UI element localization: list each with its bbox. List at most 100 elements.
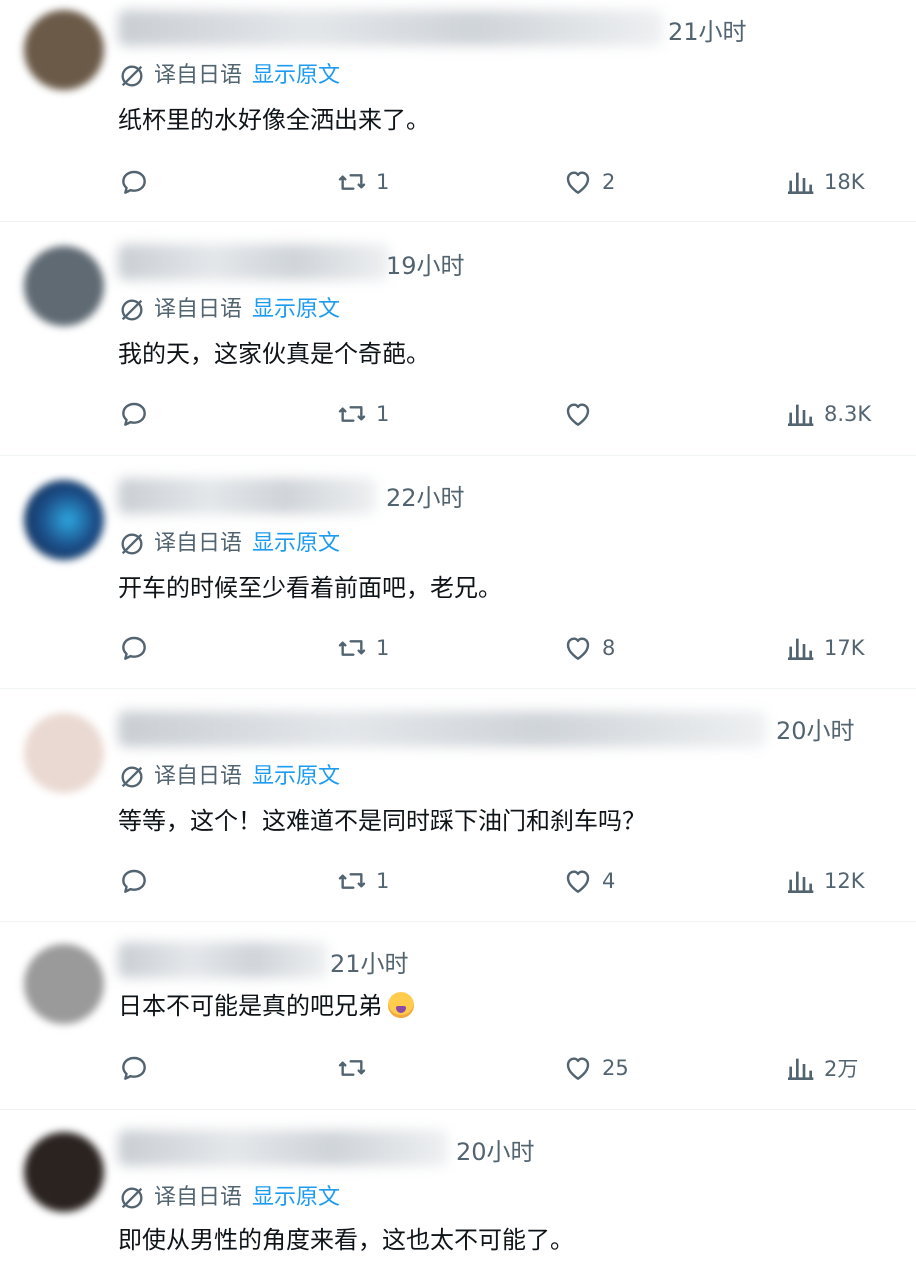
reply-text-content: 日本不可能是真的吧兄弟	[118, 992, 382, 1020]
repost-icon	[338, 406, 366, 422]
translate-label: 译自日语	[154, 1185, 243, 1210]
translate-label: 译自日语	[154, 297, 243, 322]
avatar[interactable]	[24, 246, 104, 326]
views-icon	[788, 1058, 814, 1080]
reply-text: 等等，这个！这难道不是同时踩下油门和刹车吗？	[118, 807, 646, 835]
repost-count: 1	[376, 402, 390, 426]
show-original-link[interactable]: 显示原文	[252, 761, 340, 793]
translate-icon	[121, 533, 143, 555]
show-original-link[interactable]: 显示原文	[252, 528, 340, 560]
timestamp[interactable]: 20小时	[776, 713, 855, 749]
reply-text: 开车的时候至少看着前面吧，老兄。	[118, 574, 502, 602]
timestamp[interactable]: 20小时	[456, 1134, 535, 1170]
translate-label: 译自日语	[154, 63, 243, 88]
heart-icon	[566, 171, 590, 194]
timestamp[interactable]: 21小时	[668, 14, 747, 50]
reply-button[interactable]	[118, 628, 150, 668]
reply-button[interactable]	[118, 162, 150, 202]
action-bar: 1 8.3K	[0, 394, 916, 434]
translation-notice: 译自日语 显示原文	[118, 1182, 340, 1214]
repost-button[interactable]: 1	[336, 628, 389, 668]
action-bar: 25 2万	[0, 1048, 916, 1088]
like-button[interactable]: 25	[562, 1048, 629, 1088]
translation-notice: 译自日语 显示原文	[118, 294, 340, 326]
translate-label: 译自日语	[154, 531, 243, 556]
like-button[interactable]	[562, 394, 602, 434]
timestamp[interactable]: 22小时	[386, 480, 465, 516]
translation-notice: 译自日语 显示原文	[118, 761, 340, 793]
action-bar: 1 8 17K	[0, 628, 916, 668]
show-original-link[interactable]: 显示原文	[252, 294, 340, 326]
repost-icon	[338, 873, 366, 889]
reply-icon	[122, 170, 146, 194]
blurred-username[interactable]	[118, 10, 663, 46]
repost-count: 1	[376, 170, 390, 194]
views-count: 18K	[824, 170, 865, 194]
translation-notice: 译自日语 显示原文	[118, 60, 340, 92]
show-original-link[interactable]: 显示原文	[252, 60, 340, 92]
like-count: 8	[602, 636, 616, 660]
translate-icon	[121, 65, 143, 87]
repost-button[interactable]: 1	[336, 861, 389, 901]
views-count: 12K	[824, 869, 865, 893]
heart-icon	[566, 637, 590, 660]
translate-icon	[121, 1187, 143, 1209]
replies-feed: 21小时 译自日语 显示原文 纸杯里的水好像全洒出来了。 1 2 18K 19小…	[0, 0, 916, 1280]
blurred-username[interactable]	[118, 942, 328, 978]
views-count: 2万	[824, 1057, 859, 1081]
avatar[interactable]	[24, 480, 104, 560]
repost-icon	[338, 1060, 366, 1076]
views-button[interactable]: 2万	[784, 1048, 858, 1088]
like-button[interactable]: 2	[562, 162, 615, 202]
reply-item[interactable]: 20小时 译自日语 显示原文 即使从男性的角度来看，这也太不可能了。	[0, 1110, 916, 1280]
avatar[interactable]	[24, 713, 104, 793]
reply-icon	[122, 1056, 146, 1080]
blurred-username[interactable]	[118, 1130, 448, 1166]
repost-button[interactable]: 1	[336, 162, 389, 202]
reply-text: 即使从男性的角度来看，这也太不可能了。	[118, 1226, 574, 1254]
like-button[interactable]: 4	[562, 861, 615, 901]
reply-text: 我的天，这家伙真是个奇葩。	[118, 340, 430, 368]
crying-face-emoji	[388, 992, 414, 1018]
blurred-username[interactable]	[118, 478, 376, 514]
reply-item[interactable]: 21小时 日本不可能是真的吧兄弟 25 2万	[0, 922, 916, 1110]
views-icon	[788, 871, 814, 893]
blurred-username[interactable]	[118, 244, 390, 280]
views-count: 8.3K	[824, 402, 872, 426]
reply-icon	[122, 869, 146, 893]
repost-icon	[338, 174, 366, 190]
timestamp[interactable]: 19小时	[386, 248, 465, 284]
action-bar: 1 2 18K	[0, 162, 916, 202]
like-count: 25	[602, 1056, 629, 1080]
views-button[interactable]: 18K	[784, 162, 865, 202]
reply-item[interactable]: 20小时 译自日语 显示原文 等等，这个！这难道不是同时踩下油门和刹车吗？ 1 …	[0, 689, 916, 922]
translation-notice: 译自日语 显示原文	[118, 528, 340, 560]
timestamp[interactable]: 21小时	[330, 946, 409, 982]
views-icon	[788, 172, 814, 194]
views-button[interactable]: 8.3K	[784, 394, 871, 434]
reply-icon	[122, 402, 146, 426]
views-button[interactable]: 17K	[784, 628, 865, 668]
repost-button[interactable]: 1	[336, 394, 389, 434]
reply-button[interactable]	[118, 1048, 150, 1088]
reply-button[interactable]	[118, 394, 150, 434]
blurred-username[interactable]	[118, 711, 766, 747]
reply-button[interactable]	[118, 861, 150, 901]
like-button[interactable]: 8	[562, 628, 615, 668]
reply-item[interactable]: 19小时 译自日语 显示原文 我的天，这家伙真是个奇葩。 1 8.3K	[0, 222, 916, 456]
reply-text: 纸杯里的水好像全洒出来了。	[118, 106, 430, 134]
like-count: 4	[602, 869, 616, 893]
reply-item[interactable]: 22小时 译自日语 显示原文 开车的时候至少看着前面吧，老兄。 1 8 17K	[0, 456, 916, 689]
views-icon	[788, 638, 814, 660]
repost-button[interactable]	[336, 1048, 376, 1088]
translate-label: 译自日语	[154, 764, 243, 789]
avatar[interactable]	[24, 944, 104, 1024]
avatar[interactable]	[24, 1132, 104, 1212]
avatar[interactable]	[24, 10, 104, 90]
views-button[interactable]: 12K	[784, 861, 865, 901]
reply-item[interactable]: 21小时 译自日语 显示原文 纸杯里的水好像全洒出来了。 1 2 18K	[0, 0, 916, 222]
show-original-link[interactable]: 显示原文	[252, 1182, 340, 1214]
translate-icon	[121, 766, 143, 788]
repost-count: 1	[376, 869, 390, 893]
repost-icon	[338, 640, 366, 656]
